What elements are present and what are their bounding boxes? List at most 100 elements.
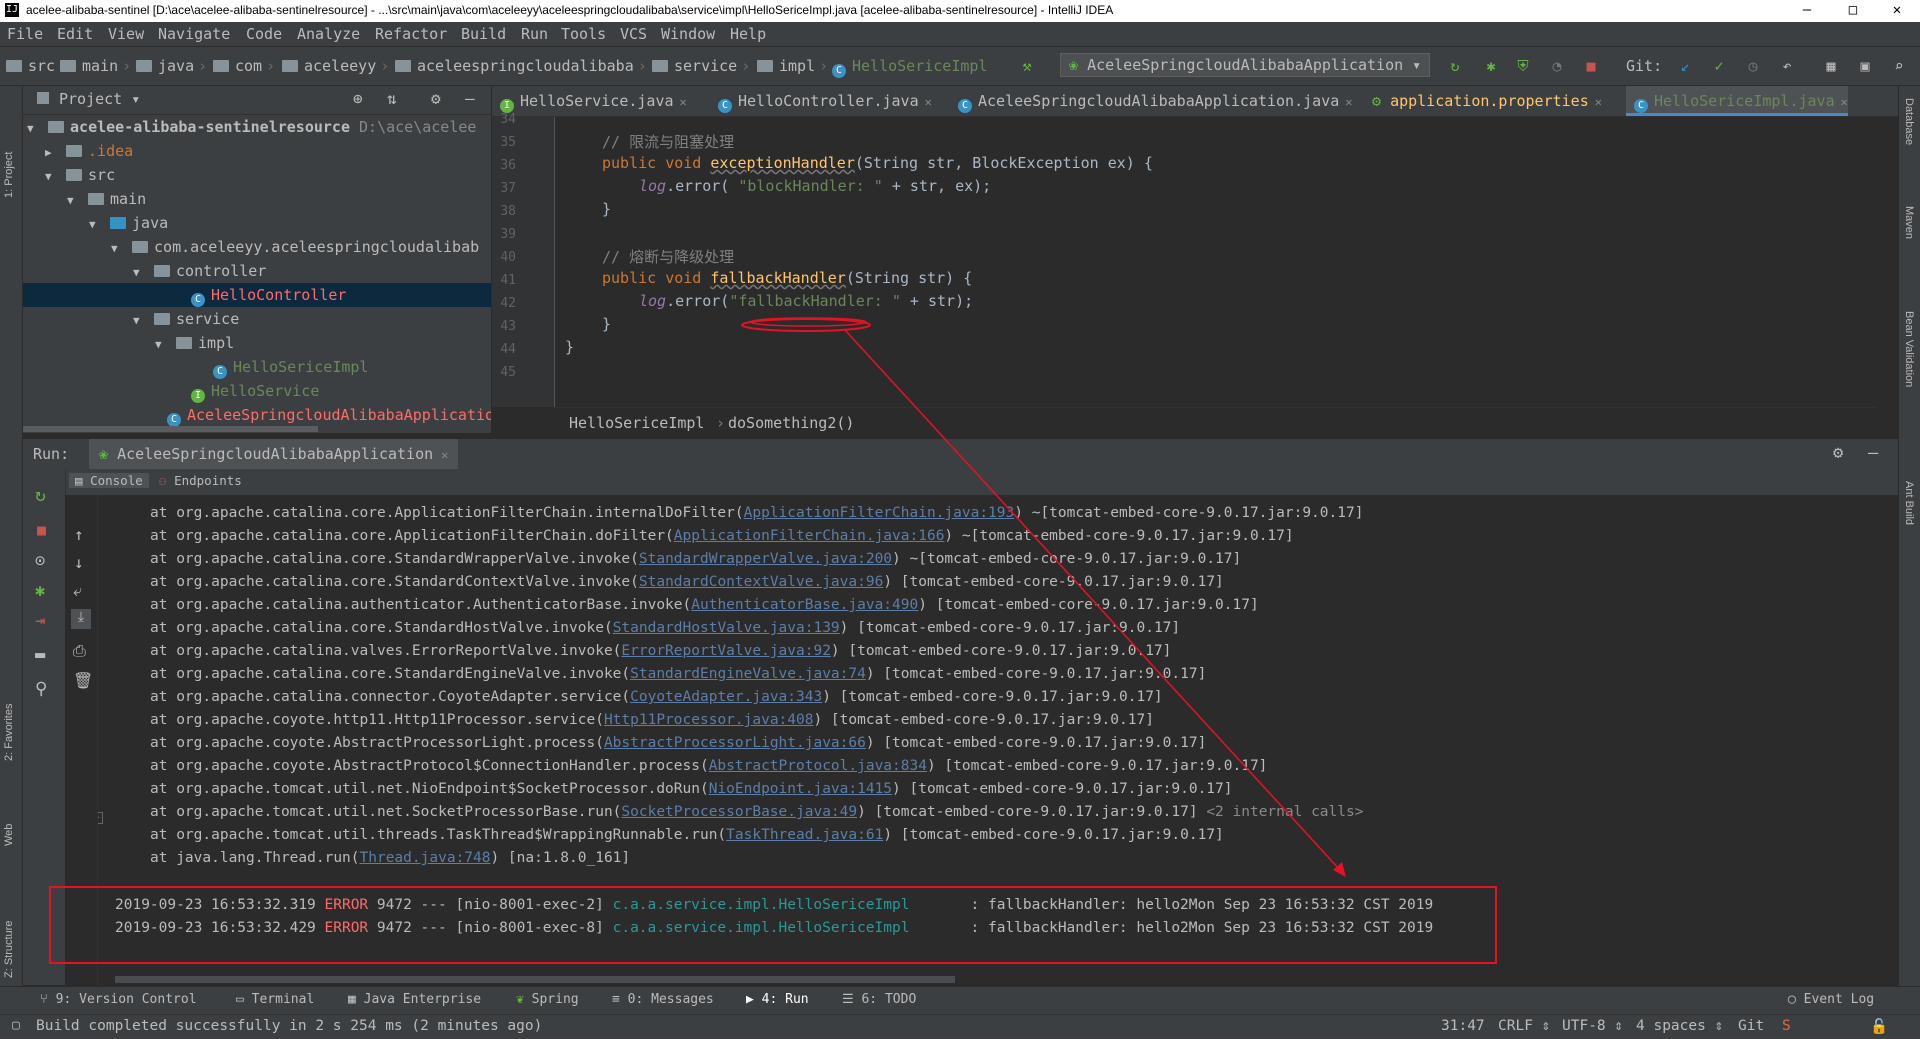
close-icon[interactable]: ✕: [441, 448, 448, 462]
exit-icon[interactable]: ⇥: [35, 611, 45, 631]
gear-icon[interactable]: ⚙: [1833, 443, 1843, 463]
minimize-button[interactable]: –: [1784, 0, 1830, 22]
menu-window[interactable]: Window: [661, 25, 715, 43]
tool-messages[interactable]: ≡ 0: Messages: [612, 992, 714, 1007]
source-link[interactable]: StandardHostValve.java:139: [613, 620, 840, 636]
hide-icon[interactable]: —: [1868, 443, 1878, 463]
indent-select[interactable]: 4 spaces ⇕: [1636, 1018, 1723, 1034]
tree-row-src[interactable]: ▼ src: [23, 163, 491, 187]
tool-ant-build[interactable]: Ant Build: [1903, 481, 1915, 525]
tool-todo[interactable]: ☰ 6: TODO: [842, 992, 916, 1007]
menu-code[interactable]: Code: [246, 25, 282, 43]
fold-icon[interactable]: +: [98, 812, 103, 824]
run-config-tab[interactable]: ❀ AceleeSpringcloudAlibabaApplication ✕: [89, 439, 459, 469]
rerun-icon[interactable]: ↻: [35, 485, 46, 506]
menu-navigate[interactable]: Navigate: [158, 25, 230, 43]
source-link[interactable]: SocketProcessorBase.java:49: [621, 804, 857, 820]
close-icon[interactable]: ✕: [1345, 95, 1352, 109]
horizontal-scrollbar[interactable]: [115, 976, 955, 983]
close-icon[interactable]: ✕: [1841, 95, 1848, 109]
tree-row-hello-serice-impl[interactable]: C HelloSericeImpl: [23, 355, 491, 379]
tree-row-idea[interactable]: ▶ .idea: [23, 139, 491, 163]
coverage-icon[interactable]: ⛨: [1514, 57, 1532, 75]
commit-icon[interactable]: ✓: [1710, 57, 1728, 75]
crumb-com[interactable]: com ›: [213, 57, 275, 75]
tree-row-hello-service[interactable]: I HelloService: [23, 379, 491, 403]
layout-icon[interactable]: ▬: [35, 645, 45, 665]
status-toggle-icon[interactable]: ▢: [12, 1018, 20, 1033]
arrow-down-icon[interactable]: ↓: [74, 553, 84, 572]
console-output[interactable]: at org.apache.catalina.core.ApplicationF…: [98, 495, 1898, 985]
line-separator-select[interactable]: CRLF ⇕: [1498, 1018, 1550, 1034]
project-view-select[interactable]: Project ▾: [59, 90, 140, 108]
source-link[interactable]: TaskThread.java:61: [726, 827, 883, 843]
run-config-select[interactable]: ❀ AceleeSpringcloudAlibabaApplication ▾: [1060, 53, 1431, 77]
tree-row-main[interactable]: ▼ main: [23, 187, 491, 211]
source-link[interactable]: CoyoteAdapter.java:343: [630, 689, 822, 705]
source-link[interactable]: ErrorReportValve.java:92: [621, 643, 831, 659]
tree-row-hello-controller[interactable]: C HelloController: [23, 283, 491, 307]
crumb-src[interactable]: src›: [6, 57, 68, 75]
tree-row-package[interactable]: ▼ com.aceleeyy.aceleespringcloudalibab: [23, 235, 491, 259]
close-icon[interactable]: ✕: [680, 95, 687, 109]
soft-wrap-icon[interactable]: ⤶: [73, 581, 82, 601]
debug-icon[interactable]: ✱: [1482, 57, 1500, 75]
pin-icon[interactable]: ⚲: [35, 679, 47, 699]
source-link[interactable]: ApplicationFilterChain.java:193: [744, 505, 1015, 521]
menu-help[interactable]: Help: [730, 25, 766, 43]
lock-icon[interactable]: 🔓: [1870, 1018, 1888, 1035]
scroll-to-end-icon[interactable]: ⤓: [71, 609, 91, 629]
locate-icon[interactable]: ⊕: [353, 89, 363, 108]
tree-row-controller[interactable]: ▼ controller: [23, 259, 491, 283]
code-editor[interactable]: // 限流与阻塞处理 public void exceptionHandler(…: [555, 117, 1877, 407]
menu-view[interactable]: View: [108, 25, 144, 43]
source-link[interactable]: Http11Processor.java:408: [604, 712, 814, 728]
menu-build[interactable]: Build: [461, 25, 506, 43]
source-link[interactable]: AbstractProtocol.java:834: [709, 758, 927, 774]
crumb-impl[interactable]: impl ›: [757, 57, 828, 75]
close-icon[interactable]: ✕: [925, 95, 932, 109]
trash-icon[interactable]: 🗑: [73, 671, 93, 690]
presentation-icon[interactable]: ▣: [1856, 57, 1874, 75]
project-structure-icon[interactable]: ▦: [1822, 57, 1840, 75]
hammer-icon[interactable]: ⚒: [1018, 57, 1036, 75]
source-link[interactable]: StandardContextValve.java:96: [639, 574, 883, 590]
caret-position[interactable]: 31:47: [1441, 1018, 1485, 1034]
source-link[interactable]: AbstractProcessorLight.java:66: [604, 735, 866, 751]
close-button[interactable]: ✕: [1874, 0, 1920, 22]
source-link[interactable]: StandardWrapperValve.java:200: [639, 551, 892, 567]
tree-row-java[interactable]: ▼ java: [23, 211, 491, 235]
hide-icon[interactable]: —: [465, 89, 475, 108]
tab-application-properties[interactable]: ⚙ application.properties ✕: [1364, 86, 1604, 116]
tab-hello-serice-impl[interactable]: C HelloSericeImpl.java ✕: [1626, 86, 1848, 116]
endpoints-tab[interactable]: ⚇ Endpoints: [159, 473, 242, 488]
close-icon[interactable]: ✕: [1595, 95, 1602, 109]
tool-run[interactable]: ▶ 4: Run: [746, 992, 809, 1007]
gear-icon[interactable]: ⚙: [431, 89, 441, 108]
rerun-icon[interactable]: ↻: [1446, 57, 1464, 75]
source-link[interactable]: NioEndpoint.java:1415: [709, 781, 892, 797]
tool-database[interactable]: Database: [1903, 98, 1915, 145]
tool-favorites[interactable]: 2: Favorites: [3, 641, 15, 761]
stop-icon[interactable]: ■: [37, 521, 46, 539]
encoding-select[interactable]: UTF-8 ⇕: [1562, 1018, 1623, 1034]
horizontal-scrollbar[interactable]: [23, 426, 318, 432]
tree-row-application[interactable]: C AceleeSpringcloudAlibabaApplicatio: [23, 403, 491, 427]
debug-icon[interactable]: ✱: [35, 581, 45, 601]
menu-analyze[interactable]: Analyze: [297, 25, 360, 43]
tool-project[interactable]: 1: Project: [3, 108, 15, 198]
tool-bean-validation[interactable]: Bean Validation: [1903, 311, 1915, 387]
breadcrumb-method[interactable]: doSomething2(): [728, 414, 854, 432]
tool-event-log[interactable]: ◯ Event Log: [1788, 992, 1874, 1007]
source-link[interactable]: Thread.java:748: [360, 850, 491, 866]
menu-refactor[interactable]: Refactor: [375, 25, 447, 43]
source-link[interactable]: StandardEngineValve.java:74: [630, 666, 866, 682]
crumb-service[interactable]: service ›: [652, 57, 750, 75]
crumb-main[interactable]: main ›: [60, 57, 131, 75]
tab-hello-controller[interactable]: C HelloController.java ✕: [710, 86, 948, 116]
crumb-java[interactable]: java ›: [136, 57, 207, 75]
source-link[interactable]: AuthenticatorBase.java:490: [691, 597, 918, 613]
profile-icon[interactable]: ◔: [1548, 57, 1566, 75]
tool-maven[interactable]: Maven: [1903, 206, 1915, 239]
search-icon[interactable]: ⌕: [1890, 57, 1908, 75]
